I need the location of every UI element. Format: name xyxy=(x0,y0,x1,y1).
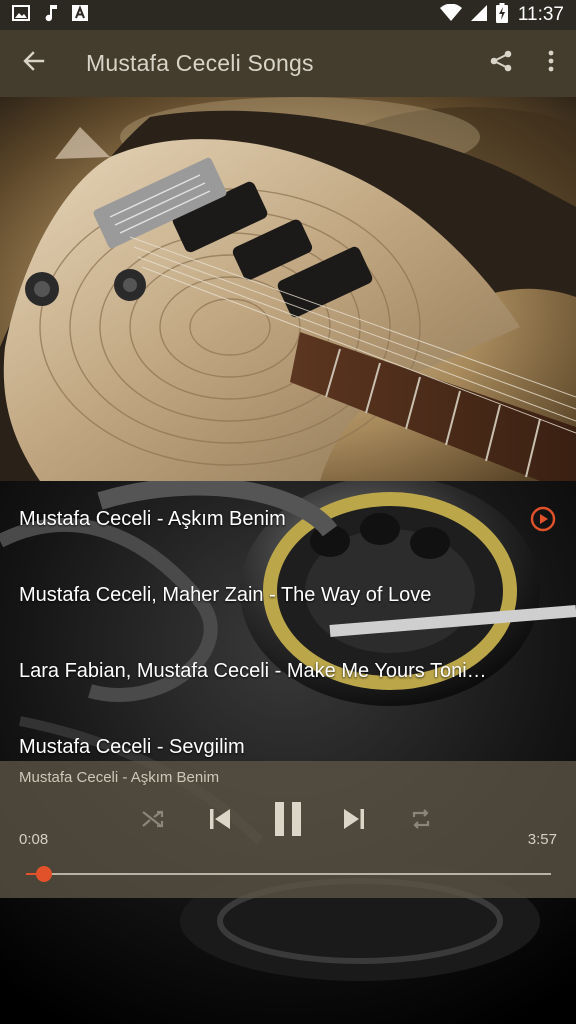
more-vert-icon xyxy=(548,50,554,77)
total-time: 3:57 xyxy=(527,831,557,848)
wifi-icon xyxy=(439,3,462,27)
skip-previous-icon xyxy=(207,807,233,836)
song-title: Mustafa Ceceli, Maher Zain - The Way of … xyxy=(19,583,432,606)
status-time: 11:37 xyxy=(517,4,564,25)
list-item[interactable]: Mustafa Ceceli - Sevgilim xyxy=(0,709,576,761)
elapsed-time: 0:08 xyxy=(19,831,49,848)
shuffle-button[interactable] xyxy=(133,801,173,841)
header-artwork-guitar xyxy=(0,97,576,481)
list-item[interactable]: Mustafa Ceceli, Maher Zain - The Way of … xyxy=(0,557,576,633)
share-icon xyxy=(489,49,513,78)
app-screen: 11:37 Mustafa Ceceli Songs Mustafa Cecel… xyxy=(0,0,576,1024)
signal-icon xyxy=(470,4,488,27)
next-button[interactable] xyxy=(334,801,374,841)
app-bar: Mustafa Ceceli Songs xyxy=(0,30,576,97)
shuffle-icon xyxy=(141,808,165,835)
play-circle-icon[interactable] xyxy=(530,506,556,532)
song-title: Mustafa Ceceli - Aşkım Benim xyxy=(19,507,286,530)
repeat-button[interactable] xyxy=(401,801,441,841)
music-note-icon xyxy=(44,4,58,27)
battery-charging-icon xyxy=(495,2,508,28)
status-bar: 11:37 xyxy=(0,0,576,30)
list-item[interactable]: Mustafa Ceceli - Aşkım Benim xyxy=(0,481,576,557)
player-panel: Mustafa Ceceli - Aşkım Benim 0:08 3:57 xyxy=(0,761,576,898)
now-playing-title: Mustafa Ceceli - Aşkım Benim xyxy=(19,769,220,786)
player-controls xyxy=(0,801,576,841)
arrow-back-icon xyxy=(23,50,45,77)
more-options-button[interactable] xyxy=(526,30,576,97)
song-title: Lara Fabian, Mustafa Ceceli - Make Me Yo… xyxy=(19,659,487,682)
skip-next-icon xyxy=(341,807,367,836)
song-title: Mustafa Ceceli - Sevgilim xyxy=(19,736,245,758)
share-button[interactable] xyxy=(476,30,526,97)
seek-bar-thumb[interactable] xyxy=(35,866,52,882)
page-title: Mustafa Ceceli Songs xyxy=(86,50,314,76)
image-icon xyxy=(12,4,30,26)
back-button[interactable] xyxy=(0,30,68,97)
song-list: Mustafa Ceceli - Aşkım Benim Mustafa Cec… xyxy=(0,481,576,761)
repeat-icon xyxy=(409,807,433,836)
previous-button[interactable] xyxy=(200,801,240,841)
list-item[interactable]: Lara Fabian, Mustafa Ceceli - Make Me Yo… xyxy=(0,633,576,709)
seek-bar[interactable] xyxy=(26,866,551,882)
pause-button[interactable] xyxy=(268,801,308,841)
pause-icon xyxy=(273,801,303,841)
font-a-icon xyxy=(72,4,88,26)
